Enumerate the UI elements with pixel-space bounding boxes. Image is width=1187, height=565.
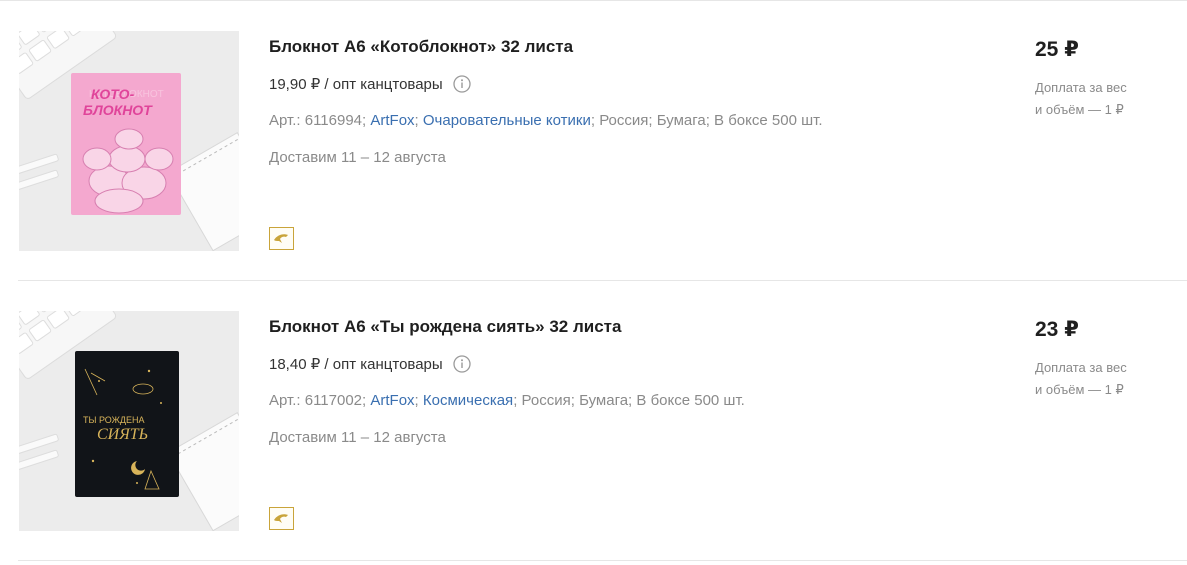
brand-link[interactable]: ArtFox bbox=[370, 112, 414, 129]
surcharge-note: Доплата за вес и объём — 1 ₽ bbox=[1035, 357, 1155, 401]
wholesale-price: 18,40 ₽ / опт канцтовары bbox=[269, 356, 443, 373]
product-card: ТЫ РОЖДЕНА СИЯТЬ Блокнот А6 «Ты рождена … bbox=[0, 281, 1187, 561]
wholesale-price-row: 19,90 ₽ / опт канцтовары bbox=[269, 75, 471, 93]
product-meta: Арт.: 6117002; ArtFox; Космическая; Росс… bbox=[269, 392, 745, 409]
series-link[interactable]: Космическая bbox=[423, 392, 513, 409]
cover-title-1: КОТО- bbox=[91, 86, 135, 102]
dolphin-icon bbox=[274, 514, 288, 523]
dolphin-badge[interactable] bbox=[269, 507, 294, 530]
cover-title-1: ТЫ РОЖДЕНА bbox=[83, 415, 144, 425]
cover-title-2: БЛОКНОТ bbox=[83, 102, 153, 118]
product-price: 23 ₽ bbox=[1035, 318, 1079, 341]
row-divider bbox=[18, 560, 1187, 561]
box-quantity: В боксе 500 шт. bbox=[714, 112, 823, 129]
product-photo-notebook: ТЫ РОЖДЕНА СИЯТЬ bbox=[19, 311, 239, 531]
brand-link[interactable]: ArtFox bbox=[370, 392, 414, 409]
product-card: КОТОБЛОКНОТ КОТО- БЛОКНОТ Блокнот А6 «Ко… bbox=[0, 1, 1187, 281]
material: Бумага; bbox=[656, 112, 710, 129]
info-circle-icon[interactable] bbox=[453, 75, 471, 93]
surcharge-line-1: Доплата за вес bbox=[1035, 360, 1127, 375]
notebook-cover: ТЫ РОЖДЕНА СИЯТЬ bbox=[75, 351, 179, 497]
wholesale-price-row: 18,40 ₽ / опт канцтовары bbox=[269, 355, 471, 373]
article-number: Арт.: 6117002; bbox=[269, 392, 367, 409]
dolphin-icon bbox=[274, 234, 288, 243]
surcharge-line-2: и объём — 1 ₽ bbox=[1035, 102, 1124, 117]
product-title[interactable]: Блокнот А6 «Котоблокнот» 32 листа bbox=[269, 37, 573, 57]
delivery-info: Доставим 11 – 12 августа bbox=[269, 429, 446, 446]
material: Бумага; bbox=[579, 392, 633, 409]
series-link[interactable]: Очаровательные котики bbox=[423, 112, 591, 129]
delivery-info: Доставим 11 – 12 августа bbox=[269, 149, 446, 166]
article-number: Арт.: 6116994; bbox=[269, 112, 367, 129]
country: Россия; bbox=[521, 392, 575, 409]
surcharge-note: Доплата за вес и объём — 1 ₽ bbox=[1035, 77, 1155, 121]
product-photo-notebook: КОТОБЛОКНОТ КОТО- БЛОКНОТ bbox=[19, 31, 239, 251]
notebook-cover: КОТОБЛОКНОТ КОТО- БЛОКНОТ bbox=[71, 73, 181, 215]
cover-title-2: СИЯТЬ bbox=[97, 426, 148, 443]
wholesale-price: 19,90 ₽ / опт канцтовары bbox=[269, 76, 443, 93]
product-image[interactable]: ТЫ РОЖДЕНА СИЯТЬ bbox=[19, 311, 239, 531]
surcharge-line-2: и объём — 1 ₽ bbox=[1035, 382, 1124, 397]
product-image[interactable]: КОТОБЛОКНОТ КОТО- БЛОКНОТ bbox=[19, 31, 239, 251]
box-quantity: В боксе 500 шт. bbox=[636, 392, 745, 409]
product-price: 25 ₽ bbox=[1035, 38, 1079, 61]
country: Россия; bbox=[599, 112, 653, 129]
dolphin-badge[interactable] bbox=[269, 227, 294, 250]
product-meta: Арт.: 6116994; ArtFox; Очаровательные ко… bbox=[269, 112, 823, 129]
surcharge-line-1: Доплата за вес bbox=[1035, 80, 1127, 95]
info-circle-icon[interactable] bbox=[453, 355, 471, 373]
product-title[interactable]: Блокнот А6 «Ты рождена сиять» 32 листа bbox=[269, 317, 621, 337]
